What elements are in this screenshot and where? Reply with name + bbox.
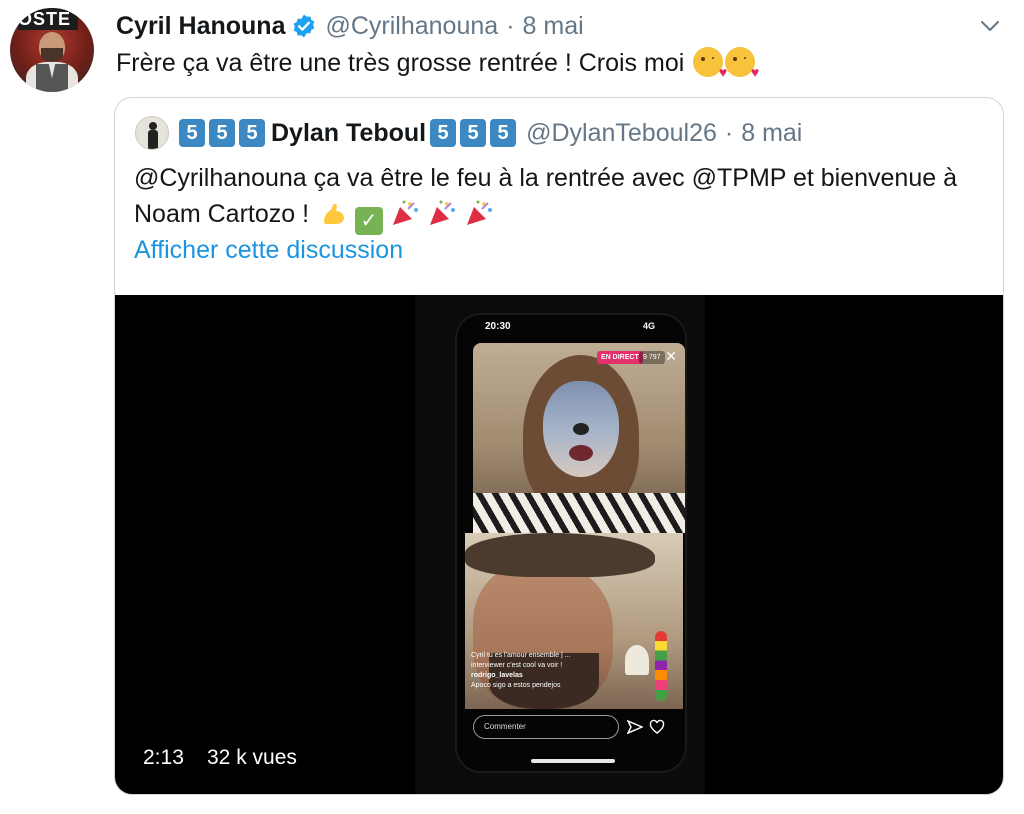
live-badge: EN DIRECT [597, 351, 643, 364]
comment-user: rodrigo_lavelas [471, 672, 523, 679]
kissing-face-with-heart-icon [693, 47, 727, 79]
keycap-five-icon: 5 [179, 119, 205, 147]
tweet-header: Cyril Hanouna @Cyrilhanouna · 8 mai [116, 8, 584, 44]
check-mark-button-icon: ✓ [354, 207, 383, 235]
quoted-text-line1: @Cyrilhanouna ça va être le feu à la ren… [134, 164, 957, 192]
guest-mouth [569, 445, 593, 461]
quoted-text-line2: Noam Cartozo ! [134, 200, 310, 228]
kissing-face-with-heart-icon [725, 47, 759, 79]
tweet-text: Frère ça va être une très grosse rentrée… [116, 46, 759, 80]
host-hat [465, 533, 655, 577]
chevron-down-icon[interactable] [978, 14, 1002, 38]
video-player[interactable]: 20:30 4G EN DIRECT 9 797 ✕ Cyril tu es l… [115, 295, 1003, 794]
quoted-tweet-header: 5 5 5 Dylan Teboul 5 5 5 @DylanTeboul26 … [179, 116, 802, 150]
separator-dot: · [506, 11, 515, 40]
send-icon [627, 719, 643, 735]
show-thread-link[interactable]: Afficher cette discussion [134, 236, 403, 265]
tweet-body: Frère ça va être une très grosse rentrée… [116, 49, 685, 77]
video-phone-screen: 20:30 4G EN DIRECT 9 797 ✕ Cyril tu es l… [455, 313, 687, 773]
quoted-author-handle[interactable]: @DylanTeboul26 [526, 119, 717, 148]
flexed-biceps-icon [324, 203, 345, 224]
heart-icon [649, 719, 665, 734]
tweet-date[interactable]: 8 mai [523, 12, 584, 41]
separator-dot: · [724, 118, 734, 147]
party-popper-icon [392, 200, 418, 225]
live-comments: Cyril tu es l'amour ensemble | ... inter… [471, 651, 651, 691]
quoted-author-name[interactable]: Dylan Teboul [271, 119, 426, 148]
viewer-count: 9 797 [639, 351, 665, 364]
avatar-banner-text: OSTE [18, 8, 78, 30]
avatar-beard [41, 48, 63, 62]
home-indicator [531, 759, 615, 763]
keycap-five-icon: 5 [490, 119, 517, 147]
guest-costume [473, 493, 685, 533]
tweet: OSTE Cyril Hanouna @Cyrilhanouna · 8 mai… [0, 0, 1024, 814]
guest-nose [573, 423, 589, 435]
quoted-tweet[interactable]: 5 5 5 Dylan Teboul 5 5 5 @DylanTeboul26 … [114, 97, 1004, 795]
video-view-count: 32 k vues [207, 746, 297, 769]
quoted-author-avatar[interactable] [135, 116, 169, 150]
close-icon: ✕ [665, 348, 677, 364]
keycap-five-icon: 5 [430, 119, 457, 147]
phone-signal: 4G [642, 321, 655, 331]
quoted-tweet-text: @Cyrilhanouna ça va être le feu à la ren… [134, 160, 994, 235]
comment-line: interviewer c'est cool va voir ! [471, 662, 563, 669]
keycap-five-icon: 5 [460, 119, 487, 147]
author-handle[interactable]: @Cyrilhanouna [325, 12, 498, 41]
party-popper-icon [466, 200, 492, 225]
verified-badge-icon [294, 14, 315, 38]
author-avatar[interactable]: OSTE [10, 8, 94, 92]
keycap-five-icon: 5 [239, 119, 265, 147]
comment-line: Cyril tu es l'amour ensemble | ... [471, 652, 571, 659]
party-popper-icon [429, 200, 455, 225]
video-duration: 2:13 [143, 746, 184, 769]
live-stream-guest: EN DIRECT 9 797 ✕ [473, 343, 685, 533]
keycap-five-icon: 5 [209, 119, 235, 147]
phone-time: 20:30 [485, 321, 511, 332]
comment-input: Commenter [473, 715, 619, 739]
quoted-tweet-date[interactable]: 8 mai [741, 119, 802, 148]
author-name[interactable]: Cyril Hanouna [116, 12, 285, 41]
reaction-hearts [655, 631, 667, 701]
comment-line: Apoco sigo a estos pendejos [471, 682, 561, 689]
